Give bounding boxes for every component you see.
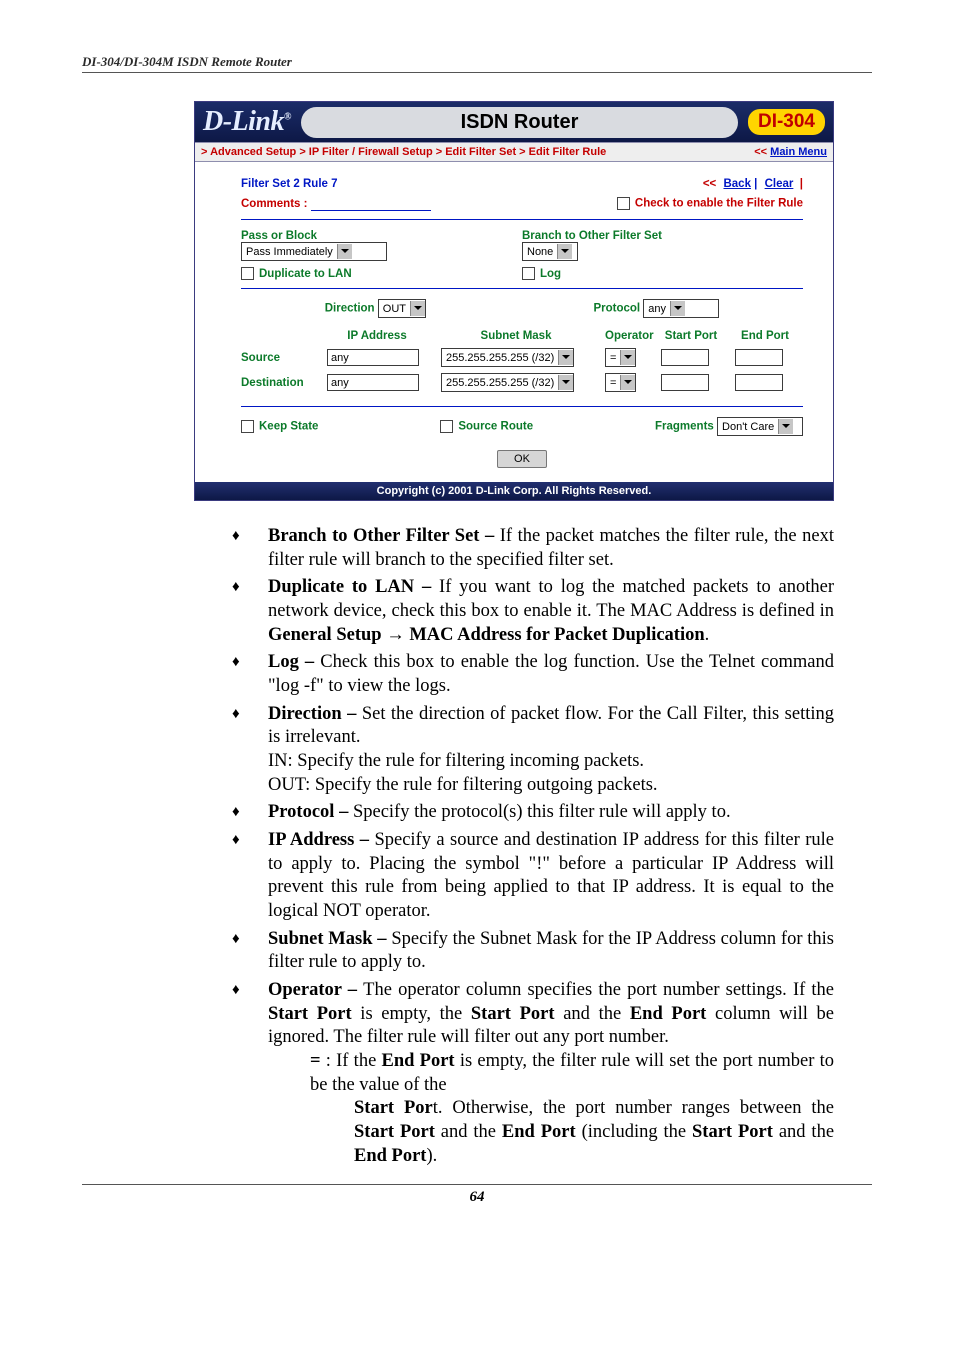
- filter-title: Filter Set 2 Rule 7: [241, 178, 338, 190]
- addr-table: IP Address Subnet Mask Operator Start Po…: [241, 330, 803, 392]
- chevron-down-icon: [337, 244, 352, 259]
- keep-state-check[interactable]: Keep State: [241, 420, 318, 433]
- chevron-down-icon: [620, 375, 635, 390]
- comments-input[interactable]: [311, 196, 431, 211]
- divider: [241, 288, 803, 289]
- brand-logo: D-Link®: [203, 106, 291, 138]
- direction-select[interactable]: OUT: [378, 299, 426, 318]
- direction-label: Direction: [325, 303, 375, 315]
- chevron-down-icon: [557, 244, 572, 259]
- dup-check[interactable]: Duplicate to LAN: [241, 268, 352, 280]
- dst-mask-select[interactable]: 255.255.255.255 (/32): [441, 373, 574, 392]
- src-ip-input[interactable]: any: [327, 349, 419, 366]
- row-dest: Destination: [241, 373, 313, 392]
- col-mask: Subnet Mask: [441, 330, 591, 342]
- checkbox-icon: [522, 267, 535, 280]
- clear-link[interactable]: Clear: [765, 178, 794, 190]
- title: ISDN Router: [301, 107, 738, 138]
- chevron-down-icon: [778, 419, 793, 434]
- protocol-label: Protocol: [593, 303, 640, 315]
- pass-label: Pass or Block: [241, 230, 522, 242]
- model-badge: DI-304: [748, 109, 825, 135]
- dst-op-select[interactable]: =: [605, 373, 636, 392]
- checkbox-icon: [241, 420, 254, 433]
- list-item: Operator – The operator column specifies…: [232, 979, 834, 1168]
- checkbox-icon: [440, 420, 453, 433]
- chevron-down-icon: [558, 350, 573, 365]
- breadcrumb-bar: > Advanced Setup > IP Filter / Firewall …: [195, 142, 833, 162]
- doc-header: DI-304/DI-304M ISDN Remote Router: [82, 54, 872, 73]
- list-item: Protocol – Specify the protocol(s) this …: [232, 801, 834, 825]
- comments-label: Comments :: [241, 198, 307, 210]
- list-item: Subnet Mask – Specify the Subnet Mask fo…: [232, 928, 834, 975]
- chevron-down-icon: [670, 301, 685, 316]
- branch-select[interactable]: None: [522, 242, 578, 261]
- log-check[interactable]: Log: [522, 268, 561, 280]
- copyright: Copyright (c) 2001 D-Link Corp. All Righ…: [195, 482, 833, 500]
- protocol-select[interactable]: any: [643, 299, 719, 318]
- checkbox-icon: [241, 267, 254, 280]
- chevron-down-icon: [410, 301, 425, 316]
- source-route-check[interactable]: Source Route: [440, 420, 533, 433]
- main-menu-link[interactable]: << Main Menu: [754, 146, 827, 158]
- dst-start-input[interactable]: [661, 374, 709, 391]
- row-source: Source: [241, 348, 313, 367]
- page-number: 64: [82, 1184, 872, 1206]
- top-band: D-Link® ISDN Router DI-304: [195, 102, 833, 142]
- divider: [241, 406, 803, 407]
- chevron-down-icon: [558, 375, 573, 390]
- fragments-select[interactable]: Don't Care: [717, 417, 803, 436]
- src-mask-select[interactable]: 255.255.255.255 (/32): [441, 348, 574, 367]
- list-item: Log – Check this box to enable the log f…: [232, 651, 834, 698]
- back-link[interactable]: Back: [723, 178, 751, 190]
- dst-end-input[interactable]: [735, 374, 783, 391]
- branch-label: Branch to Other Filter Set: [522, 230, 803, 242]
- src-op-select[interactable]: =: [605, 348, 636, 367]
- checkbox-icon: [617, 197, 630, 210]
- pass-select[interactable]: Pass Immediately: [241, 242, 387, 261]
- form-body: Filter Set 2 Rule 7 << Back | Clear | Co…: [195, 162, 833, 482]
- dst-ip-input[interactable]: any: [327, 374, 419, 391]
- definition-list: Branch to Other Filter Set – If the pack…: [232, 525, 872, 1168]
- src-start-input[interactable]: [661, 349, 709, 366]
- list-item: Duplicate to LAN – If you want to log th…: [232, 576, 834, 647]
- col-end: End Port: [735, 330, 795, 342]
- list-item: Branch to Other Filter Set – If the pack…: [232, 525, 834, 572]
- list-item: IP Address – Specify a source and destin…: [232, 829, 834, 924]
- src-end-input[interactable]: [735, 349, 783, 366]
- enable-rule-check[interactable]: Check to enable the Filter Rule: [617, 197, 803, 210]
- divider: [241, 219, 803, 220]
- list-item: Direction – Set the direction of packet …: [232, 703, 834, 798]
- breadcrumb: > Advanced Setup > IP Filter / Firewall …: [201, 146, 606, 158]
- col-ip: IP Address: [327, 330, 427, 342]
- back-clear-links: << Back | Clear |: [703, 178, 803, 190]
- col-op: Operator: [605, 330, 647, 342]
- ok-button[interactable]: OK: [497, 450, 547, 468]
- fragments-label: Fragments: [655, 421, 714, 433]
- chevron-down-icon: [620, 350, 635, 365]
- col-start: Start Port: [661, 330, 721, 342]
- router-screenshot: D-Link® ISDN Router DI-304 > Advanced Se…: [194, 101, 834, 501]
